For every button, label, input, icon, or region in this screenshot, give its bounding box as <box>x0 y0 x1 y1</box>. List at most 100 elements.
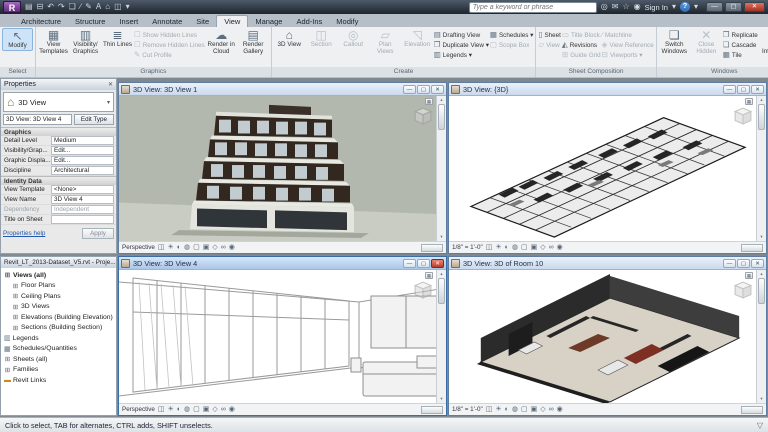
scroll-down-icon[interactable]: ▾ <box>760 396 762 402</box>
help-icon[interactable]: ? <box>680 2 690 12</box>
3d-view-button[interactable]: ⌂ 3D View <box>274 28 305 49</box>
view-templates-button[interactable]: ▦ View Templates <box>38 28 69 56</box>
property-value[interactable]: Edit... <box>51 146 114 155</box>
hide-isolate-icon[interactable]: ∞ <box>549 405 554 415</box>
sheet-button[interactable]: ▯ Sheet <box>538 31 561 39</box>
viewport-minimize-button[interactable]: — <box>403 85 416 94</box>
tree-item-sheets[interactable]: ⊞ Sheets (all) <box>4 354 116 365</box>
reveal-hidden-icon[interactable]: ◉ <box>229 405 235 415</box>
tree-item-schedules[interactable]: ▦ Schedules/Quantities <box>4 344 116 355</box>
search-icon[interactable]: ◎ <box>601 1 608 13</box>
visibility-graphics-button[interactable]: ▥ Visibility/ Graphics <box>70 28 101 56</box>
scrollbar-thumb[interactable] <box>758 278 765 304</box>
render-dialog-icon[interactable]: ◍ <box>512 243 518 253</box>
shadows-icon[interactable]: ◐ <box>505 243 509 253</box>
cascade-button[interactable]: ❏ Cascade <box>723 41 758 49</box>
crop-region-icon[interactable]: ▣ <box>203 243 210 253</box>
expand-icon[interactable]: ⊞ <box>12 324 19 332</box>
replicate-button[interactable]: ❐ Replicate <box>723 31 758 39</box>
properties-close-icon[interactable]: ✕ <box>108 81 113 88</box>
visual-style-icon[interactable]: ◫ <box>158 243 165 253</box>
crop-view-icon[interactable]: ▢ <box>193 405 200 415</box>
horizontal-scrollbar[interactable] <box>741 406 763 414</box>
search-input[interactable] <box>469 2 597 13</box>
vertical-scrollbar[interactable]: ▴ ▾ <box>436 96 446 241</box>
lock-3d-view-icon[interactable]: ◇ <box>212 243 217 253</box>
viewport-minimize-button[interactable]: — <box>723 85 736 94</box>
user-interface-button[interactable]: ▣ User Interface <box>759 28 768 56</box>
scroll-up-icon[interactable]: ▴ <box>440 271 442 277</box>
tab-view[interactable]: View <box>216 15 248 27</box>
render-dialog-icon[interactable]: ◍ <box>512 405 518 415</box>
sign-in-dropdown-icon[interactable]: ▾ <box>672 1 676 13</box>
communication-center-icon[interactable]: ✉ <box>612 1 619 13</box>
minimize-button[interactable]: — <box>706 2 723 12</box>
tab-site[interactable]: Site <box>189 16 216 27</box>
crop-region-icon[interactable]: ▣ <box>531 243 538 253</box>
shadows-icon[interactable]: ◐ <box>177 243 181 253</box>
thin-lines-button[interactable]: ≣ Thin Lines <box>102 28 133 49</box>
crop-region-icon[interactable]: ▣ <box>203 405 210 415</box>
vertical-scrollbar[interactable]: ▴ ▾ <box>756 96 766 241</box>
modify-button[interactable]: ↖ Modify <box>2 28 33 51</box>
filter-icon[interactable]: ▽ <box>757 421 763 430</box>
hide-isolate-icon[interactable]: ∞ <box>221 243 226 253</box>
viewport-minimize-button[interactable]: — <box>723 259 736 268</box>
viewport-maximize-button[interactable]: ▢ <box>417 259 430 268</box>
viewport-canvas[interactable]: ▦ ▴ ▾ <box>449 96 766 241</box>
properties-header[interactable]: Properties ✕ <box>1 79 116 90</box>
lock-3d-view-icon[interactable]: ◇ <box>540 243 545 253</box>
project-browser-header[interactable]: Revit_LT_2013-Dataset_V5.rvt - Proje... <box>1 257 116 268</box>
expand-icon[interactable]: ⊞ <box>12 282 19 290</box>
view-cube[interactable] <box>414 281 432 299</box>
viewport-maximize-button[interactable]: ▢ <box>737 259 750 268</box>
navigation-bar-icon[interactable]: ▦ <box>745 98 753 105</box>
viewport-canvas[interactable]: ▦ ▴ ▾ <box>119 96 446 241</box>
tree-item-elevations[interactable]: ⊞ Elevations (Building Elevation) <box>4 312 116 323</box>
scroll-up-icon[interactable]: ▴ <box>440 97 442 103</box>
scroll-up-icon[interactable]: ▴ <box>760 97 762 103</box>
scroll-down-icon[interactable]: ▾ <box>760 234 762 240</box>
sun-path-icon[interactable]: ☀ <box>168 243 174 253</box>
crop-view-icon[interactable]: ▢ <box>521 405 528 415</box>
crop-view-icon[interactable]: ▢ <box>193 243 200 253</box>
expand-icon[interactable]: ⊞ <box>12 292 19 300</box>
navigation-bar-icon[interactable]: ▦ <box>425 272 433 279</box>
render-gallery-button[interactable]: ▤ Render Gallery <box>238 28 269 56</box>
shadows-icon[interactable]: ◐ <box>505 405 509 415</box>
tab-insert[interactable]: Insert <box>112 16 145 27</box>
restore-button[interactable]: ▢ <box>725 2 742 12</box>
measure-icon[interactable]: ∕ <box>80 1 81 13</box>
visual-style-icon[interactable]: ◫ <box>486 243 493 253</box>
tab-manage[interactable]: Manage <box>248 16 289 27</box>
duplicate-view-button[interactable]: ❐ Duplicate View ▾ <box>434 41 489 49</box>
render-dialog-icon[interactable]: ◍ <box>184 405 190 415</box>
reveal-hidden-icon[interactable]: ◉ <box>557 243 563 253</box>
navigation-bar-icon[interactable]: ▦ <box>745 272 753 279</box>
revisions-button[interactable]: ◭ Revisions <box>562 41 601 49</box>
revit-app-menu-icon[interactable]: R <box>3 1 21 13</box>
viewport-title-bar[interactable]: 3D View: 3D of Room 10 — ▢ ✕ <box>449 257 766 270</box>
tree-item-floor-plans[interactable]: ⊞ Floor Plans <box>4 281 116 292</box>
lock-3d-view-icon[interactable]: ◇ <box>212 405 217 415</box>
default-3d-view-icon[interactable]: ⌂ <box>105 1 110 13</box>
tree-item-sections[interactable]: ⊞ Sections (Building Section) <box>4 323 116 334</box>
scale-button[interactable]: 1/8" = 1'-0" <box>452 244 483 251</box>
open-icon[interactable]: ▤ <box>25 1 33 13</box>
visual-style-icon[interactable]: ◫ <box>158 405 165 415</box>
scrollbar-thumb[interactable] <box>438 278 445 304</box>
viewport-minimize-button[interactable]: — <box>403 259 416 268</box>
tab-add-ins[interactable]: Add-Ins <box>289 16 329 27</box>
scroll-down-icon[interactable]: ▾ <box>440 396 442 402</box>
drafting-view-button[interactable]: ▤ Drafting View <box>434 31 489 39</box>
horizontal-scrollbar[interactable] <box>421 406 443 414</box>
property-value[interactable] <box>51 215 114 224</box>
favorites-icon[interactable]: ☆ <box>622 1 629 13</box>
instance-selector[interactable]: 3D View: 3D View 4 <box>3 114 72 125</box>
expand-icon[interactable]: ⊞ <box>12 313 19 321</box>
help-dropdown-icon[interactable]: ▾ <box>694 1 698 13</box>
crop-region-icon[interactable]: ▣ <box>531 405 538 415</box>
save-icon[interactable]: ⊟ <box>37 1 44 13</box>
shadows-icon[interactable]: ◐ <box>177 405 181 415</box>
edit-type-button[interactable]: Edit Type <box>74 114 114 125</box>
